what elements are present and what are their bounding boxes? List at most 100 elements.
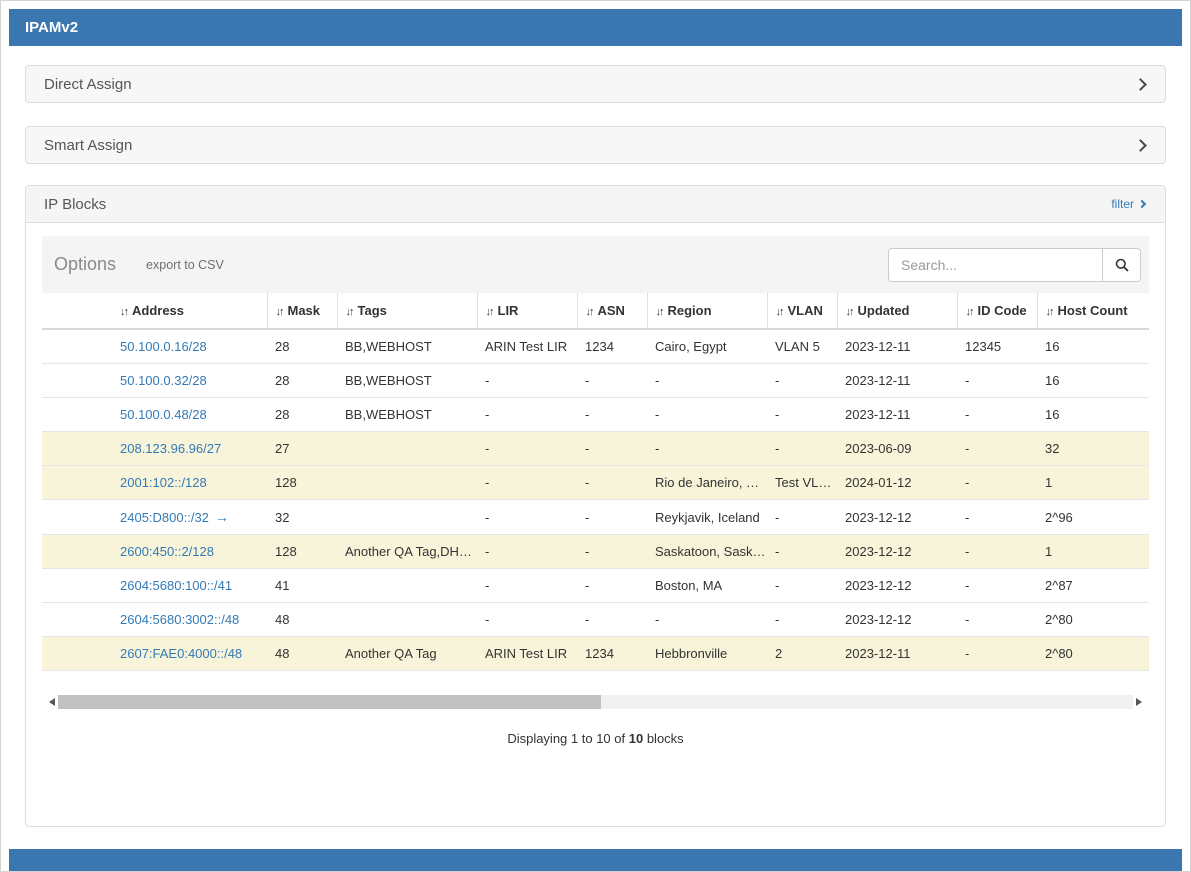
sort-icon: ↓↑ [120, 306, 127, 318]
direct-assign-label: Direct Assign [44, 76, 132, 93]
ip-blocks-table: ↓↑Address↓↑Mask↓↑Tags↓↑LIR↓↑ASN↓↑Region↓… [42, 293, 1149, 671]
column-label: ID Code [978, 303, 1027, 318]
cell-region: - [647, 432, 767, 466]
cell-asn: - [577, 432, 647, 466]
cell-asn: - [577, 535, 647, 569]
column-label: ASN [598, 303, 625, 318]
cell-updated: 2023-12-11 [837, 364, 957, 398]
cell-address: 2604:5680:100::/41 [42, 569, 267, 603]
address-link[interactable]: 50.100.0.48/28 [120, 407, 207, 422]
cell-lir: - [477, 466, 577, 500]
column-header-tags[interactable]: ↓↑Tags [337, 293, 477, 329]
direct-assign-panel[interactable]: Direct Assign [25, 65, 1166, 103]
cell-tags: BB,WEBHOST [337, 329, 477, 364]
cell-lir: ARIN Test LIR [477, 637, 577, 671]
cell-host_count: 2^80 [1037, 637, 1149, 671]
table-body: 50.100.0.16/2828BB,WEBHOSTARIN Test LIR1… [42, 329, 1149, 671]
cell-tags [337, 466, 477, 500]
cell-region: Saskatoon, Sask… [647, 535, 767, 569]
cell-address: 50.100.0.32/28 [42, 364, 267, 398]
address-link[interactable]: 2604:5680:3002::/48 [120, 612, 239, 627]
column-label: Updated [858, 303, 910, 318]
column-header-host_count[interactable]: ↓↑Host Count [1037, 293, 1149, 329]
cell-vlan: - [767, 364, 837, 398]
cell-address: 2405:D800::/32→ [42, 500, 267, 535]
address-link[interactable]: 2600:450::2/128 [120, 544, 214, 559]
cell-mask: 128 [267, 466, 337, 500]
cell-region: - [647, 398, 767, 432]
sort-icon: ↓↑ [966, 306, 973, 318]
column-header-updated[interactable]: ↓↑ Updated [837, 293, 957, 329]
cell-lir: - [477, 500, 577, 535]
cell-id_code: - [957, 500, 1037, 535]
cell-host_count: 16 [1037, 398, 1149, 432]
cell-tags: BB,WEBHOST [337, 364, 477, 398]
cell-asn: - [577, 603, 647, 637]
cell-updated: 2023-12-11 [837, 329, 957, 364]
cell-address: 2001:102::/128 [42, 466, 267, 500]
column-label: VLAN [788, 303, 823, 318]
triangle-right-icon [1136, 698, 1146, 706]
cell-id_code: - [957, 364, 1037, 398]
cell-mask: 48 [267, 603, 337, 637]
column-header-mask[interactable]: ↓↑Mask [267, 293, 337, 329]
address-link[interactable]: 50.100.0.32/28 [120, 373, 207, 388]
cell-id_code: 12345 [957, 329, 1037, 364]
cell-mask: 27 [267, 432, 337, 466]
cell-tags: Another QA Tag [337, 637, 477, 671]
column-header-id_code[interactable]: ↓↑ ID Code [957, 293, 1037, 329]
address-link[interactable]: 2001:102::/128 [120, 475, 207, 490]
cell-mask: 32 [267, 500, 337, 535]
column-header-lir[interactable]: ↓↑LIR [477, 293, 577, 329]
table-row: 2604:5680:100::/4141--Boston, MA-2023-12… [42, 569, 1149, 603]
horizontal-scrollbar[interactable] [42, 693, 1149, 710]
cell-updated: 2023-12-11 [837, 637, 957, 671]
cell-tags [337, 432, 477, 466]
column-header-region[interactable]: ↓↑Region [647, 293, 767, 329]
cell-vlan: - [767, 398, 837, 432]
cell-tags: Another QA Tag,DH… [337, 535, 477, 569]
sort-icon: ↓↑ [1046, 306, 1053, 318]
cell-updated: 2023-12-12 [837, 535, 957, 569]
scrollbar-thumb[interactable] [58, 695, 601, 709]
column-header-address[interactable]: ↓↑ Address [42, 293, 267, 329]
cell-id_code: - [957, 603, 1037, 637]
table-header-row: ↓↑Address↓↑Mask↓↑Tags↓↑LIR↓↑ASN↓↑Region↓… [42, 293, 1149, 329]
column-label: Address [132, 303, 184, 318]
cell-vlan: VLAN 5 [767, 329, 837, 364]
export-csv-link[interactable]: export to CSV [146, 258, 224, 272]
scroll-left-arrow[interactable] [42, 693, 58, 710]
cell-id_code: - [957, 432, 1037, 466]
cell-asn: - [577, 466, 647, 500]
cell-updated: 2023-06-09 [837, 432, 957, 466]
search-button[interactable] [1103, 248, 1141, 282]
options-bar: Options export to CSV [42, 236, 1149, 293]
scrollbar-track[interactable] [58, 695, 1133, 709]
cell-mask: 128 [267, 535, 337, 569]
address-link[interactable]: 208.123.96.96/27 [120, 441, 221, 456]
column-label: Tags [358, 303, 387, 318]
cell-host_count: 16 [1037, 329, 1149, 364]
filter-link[interactable]: filter [1111, 197, 1147, 211]
cell-address: 2604:5680:3002::/48 [42, 603, 267, 637]
sort-icon: ↓↑ [846, 306, 853, 318]
address-link[interactable]: 2604:5680:100::/41 [120, 578, 232, 593]
cell-id_code: - [957, 637, 1037, 671]
column-header-vlan[interactable]: ↓↑VLAN [767, 293, 837, 329]
search-input[interactable] [888, 248, 1103, 282]
sort-icon: ↓↑ [656, 306, 663, 318]
cell-host_count: 2^96 [1037, 500, 1149, 535]
cell-updated: 2023-12-12 [837, 603, 957, 637]
cell-region: Cairo, Egypt [647, 329, 767, 364]
address-link[interactable]: 2405:D800::/32 [120, 510, 209, 525]
cell-lir: - [477, 603, 577, 637]
column-header-asn[interactable]: ↓↑ASN [577, 293, 647, 329]
address-link[interactable]: 50.100.0.16/28 [120, 339, 207, 354]
scroll-right-arrow[interactable] [1133, 693, 1149, 710]
address-link[interactable]: 2607:FAE0:4000::/48 [120, 646, 242, 661]
cell-asn: 1234 [577, 329, 647, 364]
table-row: 50.100.0.48/2828BB,WEBHOST----2023-12-11… [42, 398, 1149, 432]
table-row: 2600:450::2/128128Another QA Tag,DH…--Sa… [42, 535, 1149, 569]
column-label: LIR [498, 303, 519, 318]
smart-assign-panel[interactable]: Smart Assign [25, 126, 1166, 164]
